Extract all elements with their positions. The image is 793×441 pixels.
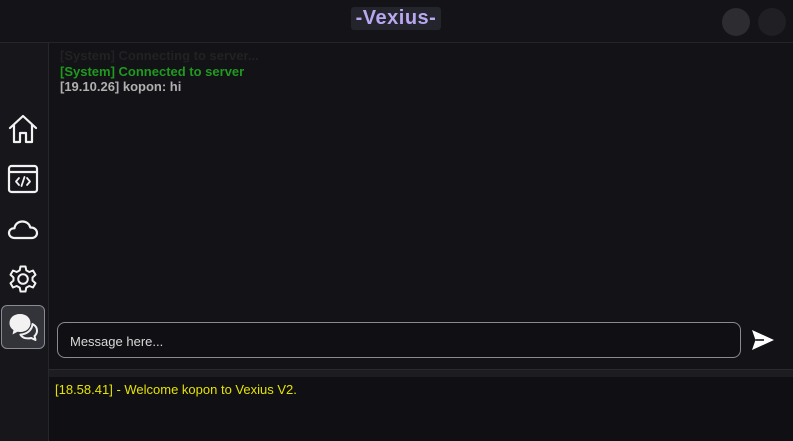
sidebar-item-editor[interactable] [1,157,45,201]
close-button[interactable] [758,8,786,36]
chat-panel: [System] Connecting to server... [System… [49,42,793,370]
minimize-button[interactable] [722,8,750,36]
code-window-icon [7,164,39,194]
list-item: [System] Connecting to server... [60,48,259,63]
console-line: [18.58.41] - Welcome kopon to Vexius V2. [55,382,297,397]
list-item: [System] Connected to server [60,63,245,79]
sidebar-item-settings[interactable] [1,258,45,302]
send-icon [752,330,774,350]
list-item: [19.10.26] kopon: hi [60,79,182,94]
chat-bubbles-icon [9,314,38,341]
console-log: [18.58.41] - Welcome kopon to Vexius V2. [49,377,793,441]
sidebar-item-cloud[interactable] [1,208,45,252]
title-bar[interactable]: -Vexius- [0,0,793,42]
message-box[interactable] [57,322,741,359]
app-title: -Vexius- [351,7,441,30]
app-window: -Vexius- [System] Connecting to server..… [0,0,793,441]
message-list: [System] Connecting to server... [System… [60,48,780,95]
sidebar [0,42,49,441]
sidebar-item-home[interactable] [1,107,45,151]
gear-icon [9,265,37,293]
sidebar-item-chat[interactable] [1,305,45,349]
message-input[interactable] [68,323,732,359]
send-button[interactable] [744,322,782,358]
cloud-icon [7,220,39,240]
home-icon [8,114,38,144]
